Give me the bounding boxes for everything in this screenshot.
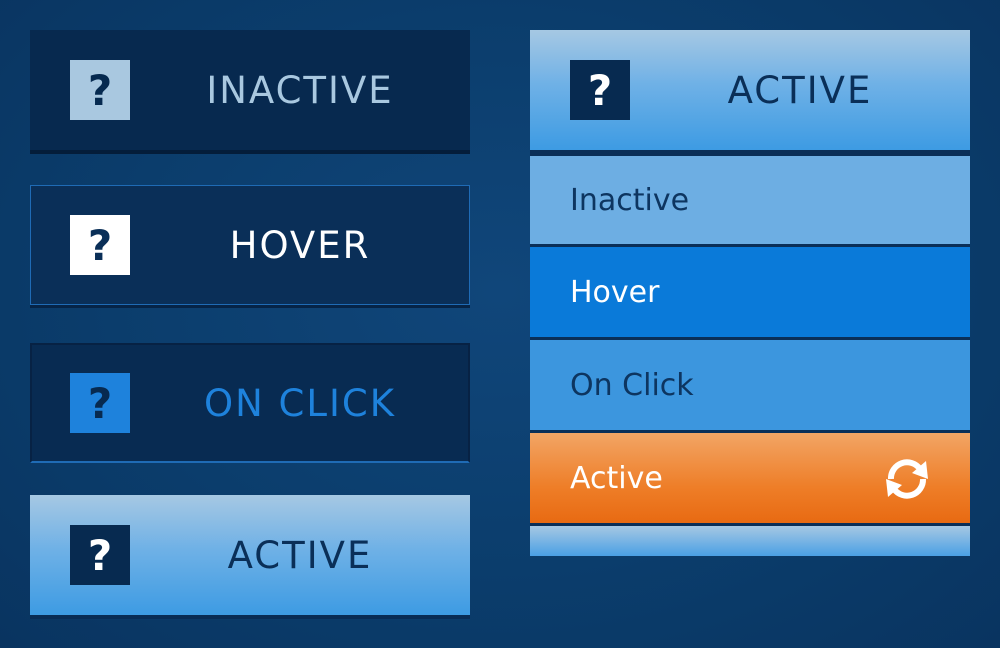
- menu-item-inactive[interactable]: Inactive: [530, 156, 970, 244]
- hover-button-label: HOVER: [229, 223, 371, 267]
- inactive-button[interactable]: ? INACTIVE: [30, 30, 470, 150]
- menu-header-button[interactable]: ? ACTIVE: [530, 30, 970, 150]
- menu-item-label: Active: [570, 460, 663, 496]
- menu-item-label: Hover: [570, 274, 660, 310]
- menu-item-active[interactable]: Active: [530, 433, 970, 523]
- refresh-icon[interactable]: [882, 457, 932, 501]
- menu-item-hover[interactable]: Hover: [530, 247, 970, 337]
- active-button[interactable]: ? ACTIVE: [30, 495, 470, 615]
- question-mark-icon: ?: [70, 373, 130, 433]
- menu-header-label: ACTIVE: [727, 68, 873, 112]
- menu-item-label: On Click: [570, 367, 694, 403]
- menu-item-label: Inactive: [570, 182, 690, 218]
- dropdown-menu: ? ACTIVE Inactive Hover On Click Active: [530, 30, 970, 556]
- question-mark-icon: ?: [570, 60, 630, 120]
- menu-footer: [530, 526, 970, 556]
- on-click-button-label: ON CLICK: [203, 381, 397, 425]
- on-click-button[interactable]: ? ON CLICK: [30, 343, 470, 463]
- active-button-label: ACTIVE: [227, 533, 373, 577]
- inactive-button-label: INACTIVE: [206, 68, 394, 112]
- question-mark-icon: ?: [70, 215, 130, 275]
- hover-button[interactable]: ? HOVER: [30, 185, 470, 305]
- menu-item-on-click[interactable]: On Click: [530, 340, 970, 430]
- question-mark-icon: ?: [70, 60, 130, 120]
- question-mark-icon: ?: [70, 525, 130, 585]
